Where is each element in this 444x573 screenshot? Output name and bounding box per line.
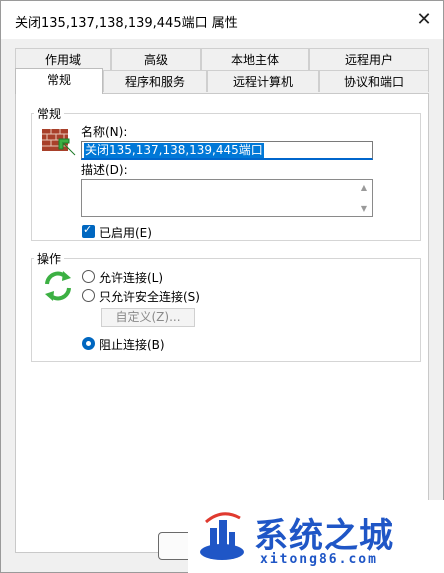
- action-group-label: 操作: [34, 250, 65, 267]
- enabled-label: 已启用(E): [99, 226, 152, 240]
- tab-general[interactable]: 常规: [15, 68, 103, 94]
- allow-connection-label: 允许连接(L): [99, 271, 164, 285]
- allow-connection-radio[interactable]: [82, 270, 95, 283]
- scroll-up-icon[interactable]: ▲: [359, 183, 369, 192]
- allow-secure-connection-radio[interactable]: [82, 289, 95, 302]
- name-label: 名称(N):: [81, 125, 128, 139]
- watermark-url: xitong86.com: [260, 552, 378, 567]
- tab-remote-computers[interactable]: 远程计算机: [207, 70, 319, 92]
- tab-scope[interactable]: 作用域: [15, 48, 111, 70]
- block-connection-radio[interactable]: [82, 337, 95, 350]
- allow-secure-connection-label: 只允许安全连接(S): [99, 290, 200, 304]
- scroll-down-icon[interactable]: ▼: [359, 204, 369, 213]
- firewall-icon: [42, 129, 76, 156]
- tab-advanced[interactable]: 高级: [111, 48, 201, 70]
- watermark-logo-icon: [200, 512, 244, 560]
- checkmark-icon: ✓: [83, 223, 93, 236]
- watermark: 系统之城 xitong86.com: [188, 500, 444, 573]
- watermark-title: 系统之城: [254, 516, 394, 556]
- radio-selected-dot: [86, 341, 91, 346]
- close-button[interactable]: ✕: [411, 7, 437, 33]
- name-input[interactable]: 关闭135,137,138,139,445端口: [81, 141, 373, 160]
- tab-programs-services[interactable]: 程序和服务: [103, 70, 207, 92]
- description-label: 描述(D):: [81, 163, 128, 177]
- name-input-value: 关闭135,137,138,139,445端口: [84, 143, 264, 158]
- block-connection-label: 阻止连接(B): [99, 338, 165, 352]
- description-scrollbar[interactable]: ▲ ▼: [356, 180, 372, 216]
- title-bar: 关闭135,137,138,139,445端口 属性 ✕: [1, 1, 443, 39]
- refresh-arrows-icon: [45, 271, 71, 301]
- window-title: 关闭135,137,138,139,445端口 属性: [15, 16, 238, 31]
- properties-dialog: 关闭135,137,138,139,445端口 属性 ✕ 作用域 高级 本地主体…: [0, 0, 444, 573]
- enabled-checkbox[interactable]: ✓: [82, 223, 95, 238]
- tab-remote-users[interactable]: 远程用户: [309, 48, 429, 70]
- description-input[interactable]: ▲ ▼: [81, 179, 373, 217]
- tab-protocols-ports[interactable]: 协议和端口: [319, 70, 429, 92]
- general-group-label: 常规: [34, 105, 65, 122]
- customize-button[interactable]: 自定义(Z)...: [101, 308, 195, 327]
- tab-local-principals[interactable]: 本地主体: [201, 48, 309, 70]
